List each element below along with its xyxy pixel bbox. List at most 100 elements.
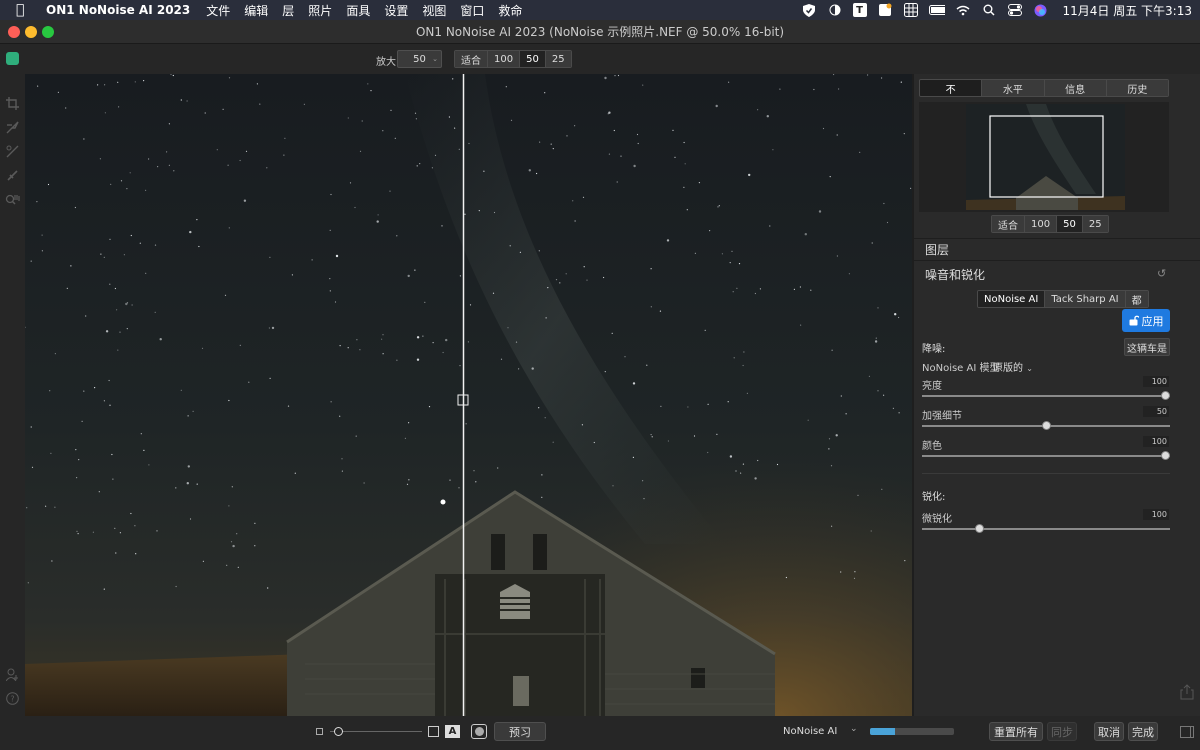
minimize-window-icon[interactable]: [25, 26, 37, 38]
menu-settings[interactable]: 设置: [384, 2, 408, 19]
crop-icon[interactable]: [4, 95, 21, 112]
menu-file[interactable]: 文件: [206, 2, 230, 19]
tab-levels[interactable]: 水平: [982, 80, 1045, 96]
color-label: 颜色: [922, 441, 942, 452]
thumb-size-track[interactable]: [330, 731, 422, 732]
unlock-icon: [1129, 315, 1139, 326]
section-title[interactable]: 噪音和锐化: [925, 266, 985, 283]
brush-icon[interactable]: [4, 119, 21, 136]
zoom-hand-icon[interactable]: [4, 191, 21, 208]
progress-bar: [870, 728, 954, 735]
window-title: ON1 NoNoise AI 2023 (NoNoise 示例照片.NEF @ …: [415, 25, 785, 39]
luminance-value[interactable]: 100: [1143, 376, 1169, 387]
nav-zoom-50-button[interactable]: 50: [1057, 216, 1083, 232]
bottom-bar: A 预习 NoNoise AI ⌄ 重置所有 同步 取消 完成: [0, 716, 1200, 750]
layers-title[interactable]: 图层: [925, 241, 949, 258]
menu-help[interactable]: 救命: [498, 2, 522, 19]
tab-none[interactable]: 不: [920, 80, 983, 96]
navigator-thumbnail[interactable]: [966, 104, 1125, 210]
color-track[interactable]: [922, 455, 1170, 457]
menubar:  ON1 NoNoise AI 2023 文件 编辑 层 照片 面具 设置 视…: [0, 0, 1200, 20]
siri-icon[interactable]: [1033, 3, 1049, 17]
share-icon[interactable]: [1180, 684, 1194, 700]
reset-all-button[interactable]: 重置所有: [989, 722, 1043, 741]
photo-canvas[interactable]: [25, 74, 912, 716]
panel-tabs: 不 水平 信息 历史: [919, 79, 1169, 97]
view-a-button[interactable]: A: [445, 725, 460, 738]
zoom-window-icon[interactable]: [42, 26, 54, 38]
luminance-track[interactable]: [922, 395, 1170, 397]
grid-icon[interactable]: [903, 3, 919, 17]
mask-brush-icon[interactable]: [4, 143, 21, 160]
menu-view[interactable]: 视图: [422, 2, 446, 19]
mode-tacksharp-tab[interactable]: Tack Sharp AI: [1045, 291, 1126, 307]
zoom-select[interactable]: 50 ⌄: [397, 50, 442, 68]
menu-window[interactable]: 窗口: [460, 2, 484, 19]
color-knob[interactable]: [1161, 451, 1170, 460]
help-icon[interactable]: ?: [4, 690, 21, 707]
apply-button[interactable]: 应用: [1122, 309, 1170, 332]
luminance-knob[interactable]: [1161, 391, 1170, 400]
micro-sharpen-track[interactable]: [922, 528, 1170, 530]
small-thumb-icon[interactable]: [316, 728, 323, 735]
user-icon[interactable]: [4, 666, 21, 683]
control-center-icon[interactable]: [1007, 3, 1023, 17]
apply-label: 应用: [1141, 314, 1164, 328]
retouch-icon[interactable]: [4, 167, 21, 184]
micro-sharpen-label: 微锐化: [922, 514, 952, 525]
noise-heading: 降噪:: [922, 344, 946, 355]
large-thumb-icon[interactable]: [428, 726, 439, 737]
chevron-down-icon[interactable]: ⌄: [850, 724, 858, 734]
progress-fill: [870, 728, 896, 735]
clock[interactable]: 11月4日 周五 下午3:13: [1063, 2, 1192, 19]
left-toolbar: ?: [0, 74, 25, 716]
detail-knob[interactable]: [1041, 421, 1051, 430]
panel-divider: [914, 260, 1200, 261]
micro-sharpen-value[interactable]: 100: [1143, 509, 1169, 520]
tab-history[interactable]: 历史: [1106, 80, 1168, 96]
zoom-25-button[interactable]: 25: [545, 51, 571, 67]
micro-sharpen-knob[interactable]: [974, 524, 984, 533]
notification-icon[interactable]: [877, 3, 893, 17]
spotlight-search-icon[interactable]: [981, 3, 997, 17]
nav-zoom-fit-button[interactable]: 适合: [992, 216, 1025, 232]
model-value: 原版的: [993, 363, 1023, 374]
sync-button[interactable]: 同步: [1047, 722, 1077, 741]
done-button[interactable]: 完成: [1128, 722, 1158, 741]
menu-mask[interactable]: 面具: [346, 2, 370, 19]
close-window-icon[interactable]: [8, 26, 20, 38]
color-value[interactable]: 100: [1143, 436, 1169, 447]
process-select-value[interactable]: NoNoise AI: [783, 726, 837, 737]
mask-view-icon[interactable]: [471, 724, 487, 739]
zoom-fit-button[interactable]: 适合: [455, 51, 488, 67]
app-name[interactable]: ON1 NoNoise AI 2023: [46, 3, 190, 17]
auto-detect-button[interactable]: 这辆车是: [1124, 338, 1170, 356]
model-select[interactable]: 原版的 ⌄: [993, 359, 1033, 374]
zoom-presets: 适合 100 50 25: [454, 50, 572, 68]
thumb-size-knob[interactable]: [334, 727, 343, 736]
tab-info[interactable]: 信息: [1044, 80, 1107, 96]
wifi-icon[interactable]: [955, 3, 971, 17]
panel-toggle-icon[interactable]: [1180, 726, 1194, 738]
zoom-50-button[interactable]: 50: [520, 51, 546, 67]
nav-zoom-100-button[interactable]: 100: [1025, 216, 1058, 232]
zoom-100-button[interactable]: 100: [488, 51, 521, 67]
shield-icon[interactable]: [801, 3, 817, 17]
nav-zoom-25-button[interactable]: 25: [1082, 216, 1108, 232]
menu-layer[interactable]: 层: [282, 2, 294, 19]
reset-section-icon[interactable]: ↺: [1157, 267, 1166, 280]
menu-edit[interactable]: 编辑: [244, 2, 268, 19]
top-toolbar: 放大 50 ⌄ 适合 100 50 25: [0, 44, 1200, 74]
detail-value[interactable]: 50: [1143, 406, 1169, 417]
cancel-button[interactable]: 取消: [1094, 722, 1124, 741]
nav-zoom-presets: 适合 100 50 25: [991, 215, 1109, 233]
apple-icon[interactable]: : [16, 2, 32, 18]
battery-icon[interactable]: [928, 3, 945, 17]
menu-photo[interactable]: 照片: [308, 2, 332, 19]
photo-image: [25, 74, 912, 716]
mode-nonoise-tab[interactable]: NoNoise AI: [978, 291, 1046, 307]
preview-button[interactable]: 预习: [494, 722, 546, 741]
mode-both-tab[interactable]: 都: [1125, 291, 1148, 307]
half-circle-icon[interactable]: [827, 3, 843, 17]
t-app-icon[interactable]: T: [852, 3, 867, 17]
